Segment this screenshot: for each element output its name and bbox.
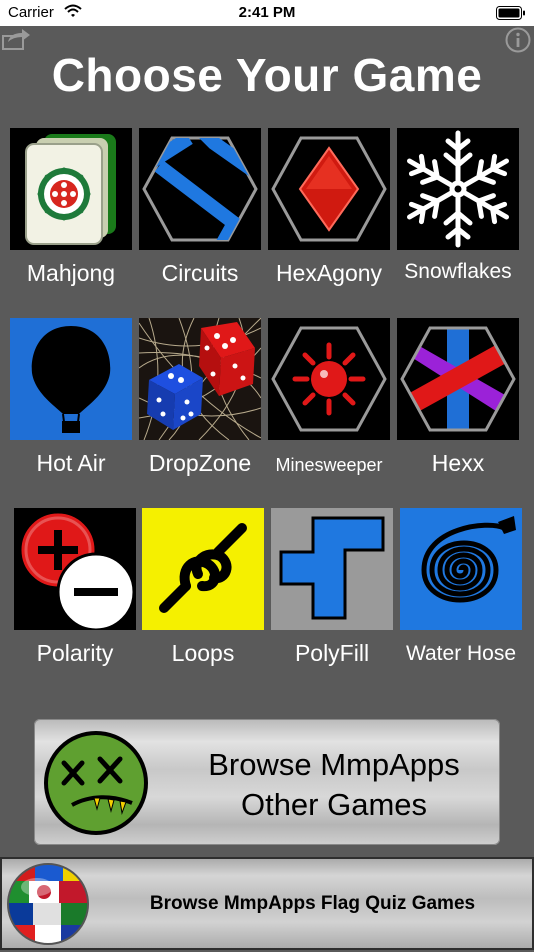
- game-label-dropzone[interactable]: DropZone: [130, 450, 270, 477]
- browse-flag-quiz-label: Browse MmpApps Flag Quiz Games: [149, 893, 476, 914]
- browse-other-games-button[interactable]: Browse MmpApps Other Games: [34, 719, 500, 845]
- game-label-water-hose[interactable]: Water Hose: [391, 642, 531, 666]
- status-bar: Carrier 2:41 PM: [0, 0, 534, 26]
- zombie-face-icon: [42, 729, 150, 842]
- browse-flag-quiz-banner[interactable]: Browse MmpApps Flag Quiz Games: [0, 857, 534, 950]
- game-tile-mahjong[interactable]: [10, 128, 132, 250]
- game-label-hot-air[interactable]: Hot Air: [1, 450, 141, 477]
- game-tile-polarity[interactable]: [14, 508, 136, 630]
- game-tile-dropzone[interactable]: [139, 318, 261, 440]
- game-label-mahjong[interactable]: Mahjong: [1, 260, 141, 287]
- mine-icon: [268, 318, 390, 440]
- game-label-circuits[interactable]: Circuits: [130, 260, 270, 287]
- water-hose-icon: [400, 508, 522, 630]
- game-tile-loops[interactable]: [142, 508, 264, 630]
- polyfill-shape-icon: [271, 508, 393, 630]
- browse-other-games-label: Browse MmpApps Other Games: [174, 745, 494, 825]
- loops-chain-icon: [142, 508, 264, 630]
- game-label-snowflakes[interactable]: Snowflakes: [388, 260, 528, 284]
- hot-air-balloon-icon: [10, 318, 132, 440]
- game-label-hexx[interactable]: Hexx: [388, 450, 528, 477]
- hexagony-diamond-icon: [268, 128, 390, 250]
- snowflake-icon: [397, 128, 519, 250]
- game-label-polarity[interactable]: Polarity: [5, 640, 145, 667]
- game-tile-minesweeper[interactable]: [268, 318, 390, 440]
- game-tile-snowflakes[interactable]: [397, 128, 519, 250]
- battery-icon: [496, 6, 526, 25]
- game-tile-hexx[interactable]: [397, 318, 519, 440]
- game-tile-circuits[interactable]: [139, 128, 261, 250]
- game-label-loops[interactable]: Loops: [133, 640, 273, 667]
- game-tile-hot-air[interactable]: [10, 318, 132, 440]
- game-label-hexagony[interactable]: HexAgony: [259, 260, 399, 287]
- browse-other-line1: Browse MmpApps: [208, 747, 460, 782]
- mahjong-tile-icon: [10, 128, 132, 250]
- dice-icon: [139, 318, 261, 440]
- circuits-icon: [139, 128, 261, 250]
- clock: 2:41 PM: [238, 4, 296, 21]
- game-tile-hexagony[interactable]: [268, 128, 390, 250]
- polarity-plus-minus-icon: [14, 508, 136, 630]
- game-label-polyfill[interactable]: PolyFill: [262, 640, 402, 667]
- flag-globe-icon: [5, 861, 91, 952]
- game-tile-polyfill[interactable]: [271, 508, 393, 630]
- page-title: Choose Your Game: [51, 49, 483, 101]
- browse-other-line2: Other Games: [240, 787, 428, 822]
- game-tile-water-hose[interactable]: [400, 508, 522, 630]
- game-label-minesweeper[interactable]: Minesweeper: [259, 455, 399, 476]
- hexx-cross-icon: [397, 318, 519, 440]
